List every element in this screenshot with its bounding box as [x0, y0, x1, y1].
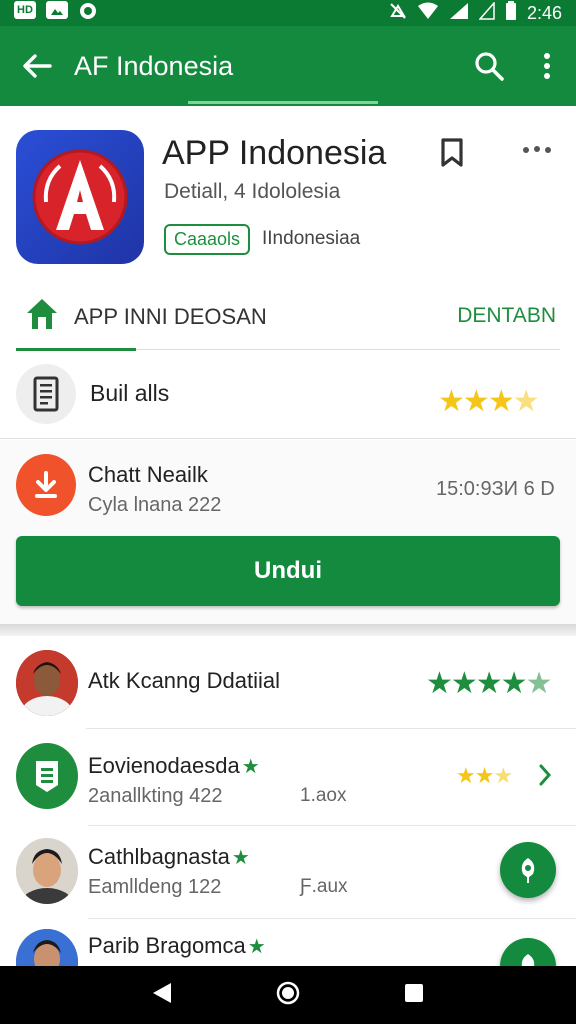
section-separator	[0, 624, 576, 636]
system-nav-bar	[0, 966, 576, 1024]
signal-icon	[449, 2, 469, 25]
list-item-name: Parib Bragomca ★	[88, 933, 266, 959]
nav-back-icon[interactable]	[151, 981, 173, 1010]
rating-stars: ★★★★★	[426, 667, 553, 700]
status-bar: HD 2:46	[0, 0, 576, 26]
app-bar: AF Indonesia	[0, 26, 576, 106]
sync-icon	[78, 1, 98, 26]
verified-star-icon: ★	[247, 936, 266, 958]
builds-row[interactable]: Buil alls ★★★★	[0, 356, 576, 436]
clock-text: 2:46	[526, 2, 562, 23]
list-item-subtitle: Eamlldeng 122	[88, 876, 222, 898]
document-icon	[16, 364, 76, 424]
list-item-subtitle: 2anallkting 422	[88, 785, 223, 807]
more-vert-icon[interactable]	[518, 53, 576, 79]
download-card: Chatt Neailk Cyla lnana 222 15:0:9ЗИ 6 D…	[0, 440, 576, 624]
builds-rating-stars: ★★★★	[438, 384, 540, 419]
download-title: Chatt Neailk	[88, 462, 208, 487]
category-badge[interactable]: Caaaols	[164, 224, 251, 255]
list-item[interactable]: Parib Bragomca ★	[0, 919, 576, 966]
section-tab-row: APP INNI DEOSAN DENTABN	[0, 292, 576, 350]
verified-star-icon: ★	[231, 847, 250, 869]
app-bar-title: AF Indonesia	[74, 50, 234, 81]
list-item[interactable]: Eovienodaesda ★ 2anallkting 422 1.aox ★★★	[0, 729, 576, 825]
app-header: APP Indonesia Detiall, 4 Idololesia Caaa…	[0, 106, 576, 440]
wifi-icon	[417, 2, 439, 25]
list-item-name-text: Parib Bragomca	[88, 933, 246, 958]
signal-weak-icon	[478, 0, 495, 25]
app-bar-tab-indicator	[188, 101, 378, 104]
star-half-icon: ★	[512, 385, 540, 418]
details-link[interactable]: DENTABN	[457, 304, 556, 328]
category-text: IIndonesiaa	[262, 228, 361, 249]
nav-recents-icon[interactable]	[403, 982, 425, 1009]
battery-icon	[505, 0, 517, 26]
back-arrow-icon[interactable]	[0, 53, 74, 79]
app-logo-icon	[16, 130, 144, 264]
star-icon: ★	[438, 385, 465, 418]
app-developer: Detiall, 4 Idololesia	[164, 180, 341, 203]
tab-active-indicator	[16, 348, 136, 351]
shield-badge-icon	[16, 743, 78, 809]
list-item-name: Cathlbagnasta ★	[88, 844, 250, 870]
list-item-name-text: Cathlbagnasta	[88, 844, 230, 869]
divider	[0, 438, 576, 439]
divider	[136, 349, 560, 350]
list-item[interactable]: Atk Kcanng Ddatiial ★★★★★	[0, 636, 576, 728]
avatar	[16, 650, 78, 716]
star-icon: ★	[462, 385, 490, 418]
download-size: 15:0:9ЗИ 6 D	[436, 478, 555, 500]
list-item-meta: Ƒ.aux	[300, 876, 348, 897]
home-icon[interactable]	[24, 296, 60, 337]
image-icon	[46, 0, 68, 19]
rating-stars: ★★★	[456, 763, 513, 788]
list-item-name-text: Eovienodaesda	[88, 753, 240, 778]
list-item-name: Eovienodaesda ★	[88, 753, 260, 779]
fab-action-button[interactable]	[500, 842, 556, 898]
list-item[interactable]: Cathlbagnasta ★ Eamlldeng 122 Ƒ.aux	[0, 826, 576, 918]
list-item-name: Atk Kcanng Ddatiial	[88, 668, 280, 693]
hd-icon: HD	[14, 0, 36, 19]
chevron-right-icon[interactable]	[538, 763, 552, 792]
mute-icon	[389, 2, 407, 25]
download-subtitle: Cyla lnana 222	[88, 494, 222, 516]
tab-app-info[interactable]: APP INNI DEOSAN	[74, 304, 267, 330]
builds-label: Buil alls	[90, 380, 170, 406]
avatar	[16, 838, 78, 904]
star-half-icon: ★	[525, 667, 553, 700]
bookmark-icon[interactable]	[438, 138, 466, 173]
search-icon[interactable]	[460, 51, 518, 81]
star-icon: ★	[487, 385, 515, 418]
nav-home-icon[interactable]	[275, 980, 301, 1011]
verified-star-icon: ★	[241, 756, 260, 778]
avatar	[16, 929, 78, 966]
more-horiz-icon[interactable]	[522, 142, 552, 160]
install-button[interactable]: Undui	[16, 536, 560, 606]
app-name: APP Indonesia	[162, 134, 387, 172]
download-icon	[16, 454, 76, 516]
list-item-meta: 1.aox	[300, 785, 347, 806]
star-half-icon: ★	[493, 763, 513, 788]
